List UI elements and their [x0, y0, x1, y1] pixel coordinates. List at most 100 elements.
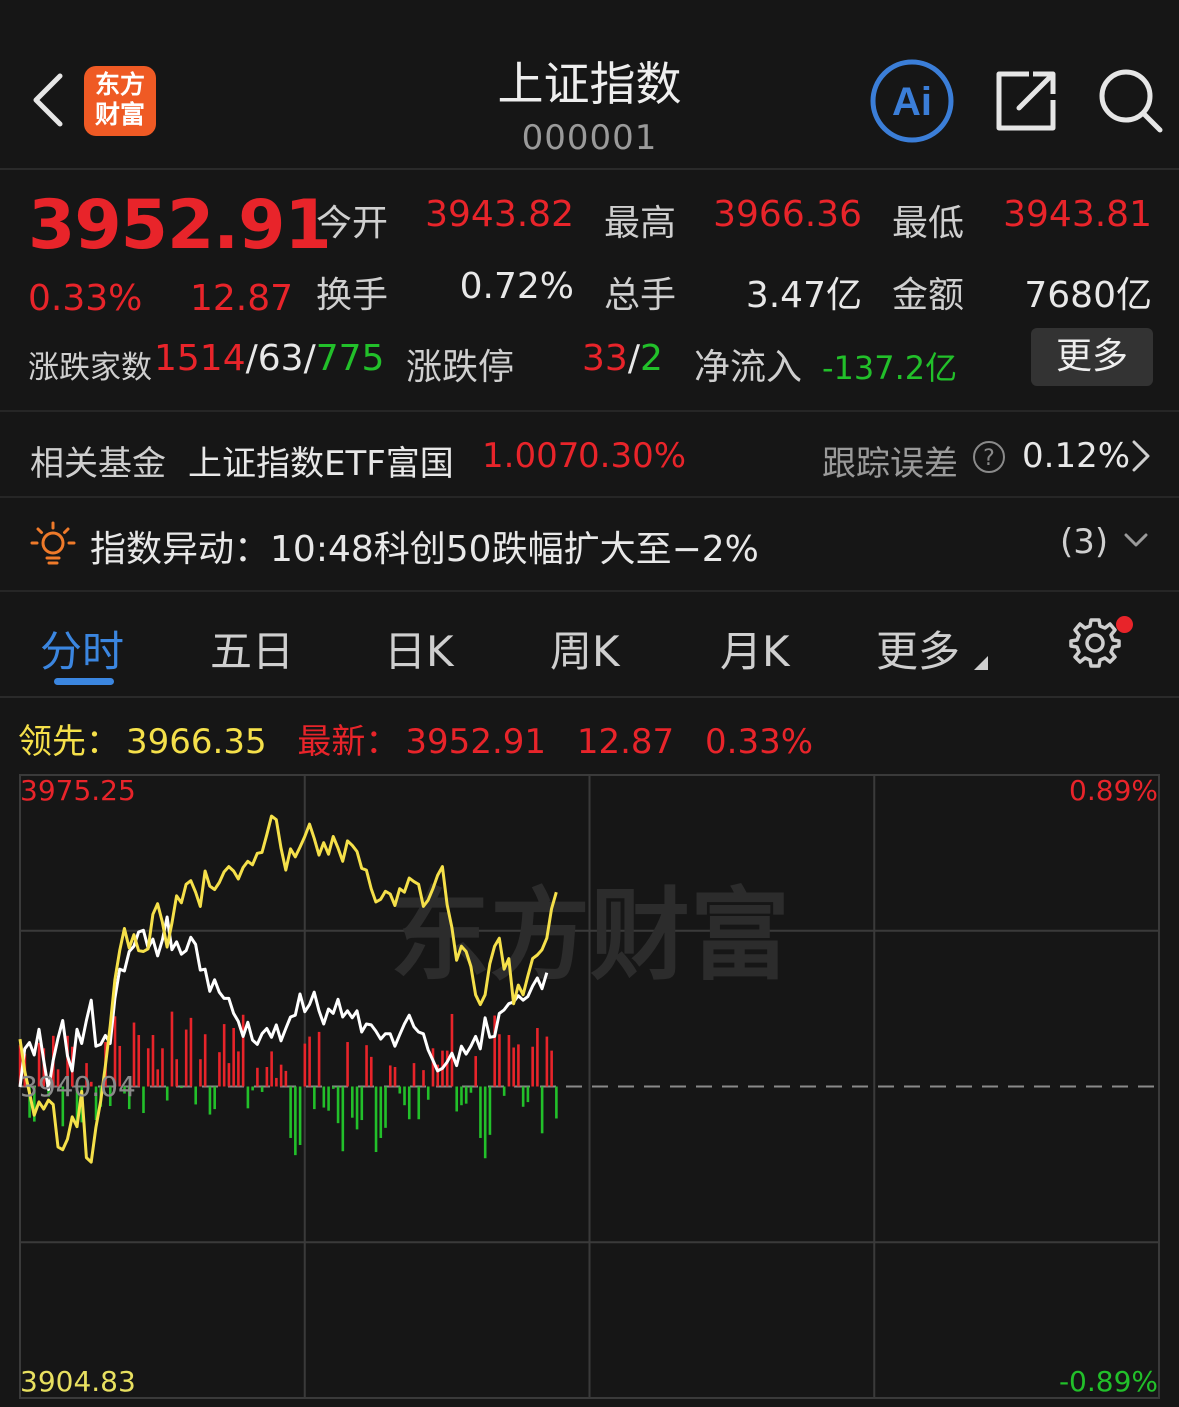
chevron-down-icon[interactable] [1122, 530, 1150, 550]
volume-bar-down [298, 1086, 302, 1145]
tab-five-day[interactable]: 五日 [210, 618, 294, 679]
volume-bar-up [346, 1042, 349, 1087]
volume-bar-down [260, 1086, 264, 1092]
volume-bar-down [469, 1086, 473, 1093]
settings-gear-icon[interactable] [1068, 616, 1122, 670]
turnover-label: 换手 [316, 275, 389, 316]
tab-intraday[interactable]: 分时 [40, 618, 124, 679]
volume-bar-up [450, 1013, 454, 1087]
search-icon[interactable] [1096, 66, 1164, 134]
volume-bar-up [275, 1077, 278, 1087]
volume-bar-down [165, 1086, 169, 1101]
sep: / [627, 338, 640, 379]
volume-bar-down [251, 1086, 254, 1091]
volume-bar-up [550, 1050, 553, 1087]
volume-bar-up [199, 1059, 202, 1087]
volume-bar-down [555, 1086, 558, 1119]
tab-weekly-k[interactable]: 周K [550, 618, 620, 679]
net-inflow-label: 净流入 [694, 347, 803, 388]
svg-text:?: ? [983, 446, 995, 471]
volume-bar-down [417, 1086, 421, 1120]
volume-bar-up [365, 1045, 368, 1087]
volume-bar-down [403, 1086, 406, 1106]
net-inflow-value: -137.2亿 [822, 349, 958, 387]
turnover-value: 0.72% [459, 266, 574, 307]
volume-bar-up [531, 1046, 534, 1087]
volume-label: 总手 [604, 275, 677, 316]
fund-change-percent: 0.30% [578, 436, 687, 476]
top-bar: 东方 财富 上证指数 000001 Ai [0, 0, 1179, 170]
open-label: 今开 [316, 203, 389, 244]
volume-bar-down [407, 1086, 411, 1120]
volume-bar-down [379, 1086, 383, 1138]
limit-up-count: 33 [582, 338, 628, 379]
volume-bar-up [184, 1029, 188, 1087]
volume-bar-down [322, 1086, 326, 1108]
volume-bar-up [393, 1067, 397, 1087]
pct-axis-top-label: 0.89% [1069, 774, 1158, 807]
volume-bar-down [360, 1086, 364, 1121]
volume-bar-down [194, 1086, 197, 1105]
chart-readout: 领先： 3966.35 最新： 3952.91 12.87 0.33% [18, 714, 819, 763]
volume-bar-up [498, 1034, 501, 1087]
pct-axis-bottom-label: -0.89% [1059, 1365, 1158, 1398]
index-alert-row[interactable]: 指数异动：10:48科创50跌幅扩大至−2% (3) [0, 494, 1179, 592]
volume-bar-down [540, 1086, 544, 1134]
volume-bar-up [256, 1067, 259, 1087]
volume-bar-up [317, 1031, 321, 1087]
y-axis-top-label: 3975.25 [20, 774, 136, 807]
tracking-error-value: 0.12% [1022, 436, 1131, 476]
decline-count: 775 [315, 338, 385, 379]
volume-bar-down [142, 1086, 145, 1114]
volume-bar-down [488, 1086, 492, 1135]
related-fund-label: 相关基金 [30, 444, 166, 484]
volume-bar-up [222, 1024, 226, 1087]
bulb-icon [30, 521, 76, 565]
volume-bar-down [327, 1086, 330, 1111]
volume-bar-down [521, 1086, 525, 1107]
volume-bar-up [146, 1048, 150, 1087]
volume-bar-up [137, 1035, 141, 1087]
volume-bar-down [208, 1086, 212, 1115]
volume-bar-down [526, 1086, 530, 1103]
y-axis-mid-label: 3940.04 [20, 1070, 136, 1103]
intraday-chart[interactable]: 东方财富 3975.25 3940.04 3904.83 0.89% -0.89% [0, 760, 1179, 1407]
high-label: 最高 [604, 203, 677, 244]
low-value: 3943.81 [1003, 194, 1152, 235]
latest-percent: 0.33% [705, 722, 814, 762]
share-icon[interactable] [995, 68, 1057, 132]
latest-value: 3952.91 [405, 722, 547, 762]
volume-bar-up [232, 1028, 235, 1087]
change-percent: 0.33% [28, 278, 143, 319]
ai-assistant-icon[interactable]: Ai [869, 58, 955, 144]
volume-bar-up [412, 1063, 416, 1087]
volume-bar-down [180, 1086, 183, 1089]
more-details-button[interactable]: 更多 [1031, 328, 1153, 386]
chevron-right-icon [1132, 440, 1150, 472]
volume-bar-up [517, 1044, 520, 1087]
volume-bar-down [336, 1086, 340, 1124]
related-fund-row[interactable]: 相关基金 上证指数ETF富国 1.007 0.30% 跟踪误差 ? 0.12% [0, 410, 1179, 498]
watermark: 东方财富 [390, 877, 790, 994]
lead-line [18, 814, 558, 1164]
volume-bar-up [474, 1056, 477, 1087]
alert-text: 指数异动：10:48科创50跌幅扩大至−2% [90, 520, 759, 572]
high-value: 3966.36 [713, 194, 862, 235]
volume-bar-down [384, 1086, 387, 1128]
volume-bar-down [398, 1086, 402, 1094]
amount-label: 金额 [892, 275, 965, 316]
help-icon[interactable]: ? [972, 440, 1006, 474]
volume-bar-up [161, 1048, 164, 1087]
dropdown-triangle-icon [974, 656, 988, 670]
tab-monthly-k[interactable]: 月K [720, 618, 790, 679]
volume-bar-up [308, 1036, 311, 1087]
open-value: 3943.82 [425, 194, 574, 235]
tab-more[interactable]: 更多 [876, 618, 960, 679]
volume-value: 3.47亿 [745, 275, 862, 316]
tab-daily-k[interactable]: 日K [384, 618, 454, 679]
volume-bar-up [237, 1051, 240, 1087]
volume-bar-up [512, 1047, 515, 1087]
volume-bar-down [341, 1086, 345, 1152]
lead-label: 领先： [18, 722, 120, 762]
alert-count: (3) [1060, 522, 1109, 562]
